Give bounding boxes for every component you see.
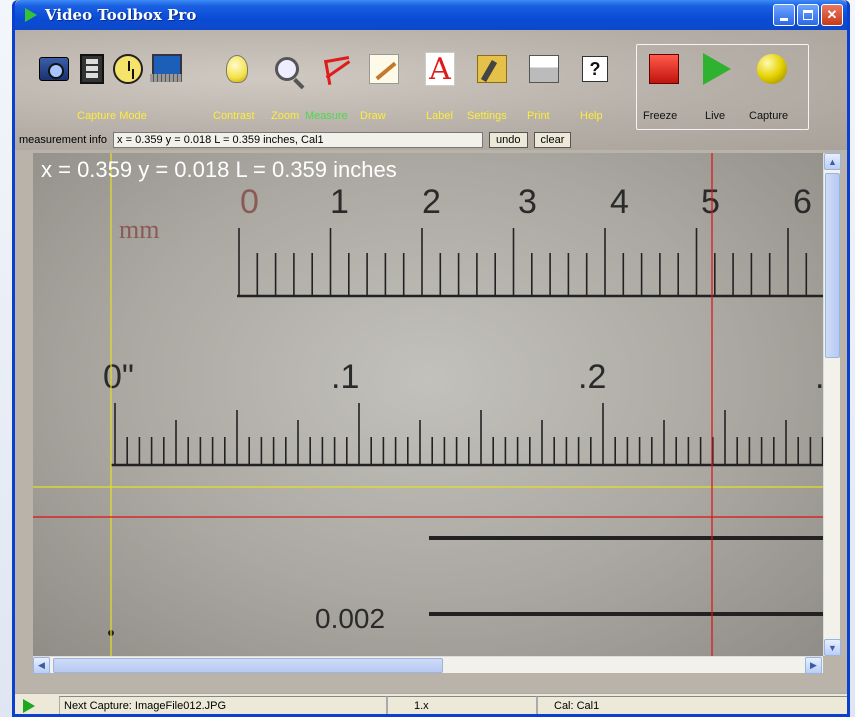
image-viewport[interactable]: mm 0 1 2 3 4 5 6 0" .1 .2. 0.002 x = 0.359 y = 0… xyxy=(33,153,823,656)
capture-orb-icon xyxy=(757,54,787,84)
measure-icon xyxy=(322,54,352,84)
zoom-status: 1.x xyxy=(387,696,537,714)
scroll-up-button[interactable]: ▲ xyxy=(824,153,841,170)
maximize-icon xyxy=(803,10,813,20)
draw-button[interactable] xyxy=(367,52,401,86)
next-capture-status: Next Capture: ImageFile012.JPG xyxy=(59,696,387,714)
measurement-info-row: measurement info x = 0.359 y = 0.018 L =… xyxy=(15,131,847,149)
draw-label: Draw xyxy=(360,110,386,122)
vertical-scroll-thumb[interactable] xyxy=(825,173,840,358)
text-a-icon: A xyxy=(425,52,455,87)
pencil-icon xyxy=(369,54,399,84)
maximize-button[interactable] xyxy=(797,4,819,26)
printer-icon xyxy=(529,55,559,83)
mm-unit-text: mm xyxy=(119,215,159,244)
close-icon: ✕ xyxy=(826,7,838,22)
label-button[interactable]: A xyxy=(423,52,457,87)
print-button[interactable] xyxy=(527,52,561,86)
inch-scale-number: 0" xyxy=(103,358,134,396)
measurement-info-label: measurement info xyxy=(19,134,108,146)
mm-scale-number: 1 xyxy=(330,183,349,221)
play-icon xyxy=(703,53,731,85)
inch-scale-number: . xyxy=(815,358,823,396)
print-label: Print xyxy=(527,110,550,122)
horizontal-scroll-thumb[interactable] xyxy=(53,658,443,673)
freeze-label: Freeze xyxy=(643,110,678,122)
measure-button[interactable] xyxy=(320,52,354,86)
scroll-left-button[interactable]: ◀ xyxy=(33,657,50,674)
inch-scale-numbers: 0" .1 .2. xyxy=(103,358,823,396)
timer-tool-button[interactable] xyxy=(111,52,145,86)
monitor-icon xyxy=(150,54,182,84)
app-window: Video Toolbox Pro ✕ Capture Mode Contras… xyxy=(12,0,850,717)
settings-label: Settings xyxy=(467,110,507,122)
status-play-icon xyxy=(23,699,35,713)
stop-square-icon xyxy=(649,54,679,84)
zoom-label: Zoom xyxy=(271,110,300,122)
horizontal-scrollbar[interactable]: ◀ ▶ xyxy=(33,656,823,674)
measure-label: Measure xyxy=(305,110,348,122)
contrast-label: Contrast xyxy=(213,110,255,122)
clock-icon xyxy=(113,54,143,84)
minimize-icon xyxy=(780,17,788,21)
microscope-image: mm 0 1 2 3 4 5 6 0" .1 .2. 0.002 xyxy=(33,153,823,656)
close-button[interactable]: ✕ xyxy=(821,4,843,26)
undo-button[interactable]: undo xyxy=(489,132,528,148)
window-title: Video Toolbox Pro xyxy=(45,6,197,24)
mm-scale-number: 5 xyxy=(701,183,720,221)
title-bar[interactable]: Video Toolbox Pro ✕ xyxy=(15,0,847,30)
mm-scale-number: 2 xyxy=(422,183,441,221)
mm-scale-ticks xyxy=(238,228,808,296)
wire-gauge-label: 0.002 xyxy=(315,603,385,634)
zoom-status-value: 1.x xyxy=(414,700,429,712)
mm-scale-number: 3 xyxy=(518,183,537,221)
live-label: Live xyxy=(705,110,726,122)
measurement-info-field[interactable]: x = 0.359 y = 0.018 L = 0.359 inches, Ca… xyxy=(113,132,484,148)
film-icon xyxy=(80,54,104,84)
settings-button[interactable] xyxy=(475,52,509,86)
inch-scale-ticks xyxy=(114,403,823,465)
window-controls: ✕ xyxy=(773,4,843,26)
capture-label: Capture xyxy=(749,110,789,122)
magnifier-icon xyxy=(275,57,299,81)
lightbulb-icon xyxy=(226,55,248,83)
help-icon: ? xyxy=(582,56,608,82)
status-bar: Next Capture: ImageFile012.JPG 1.x Cal: … xyxy=(15,693,847,714)
camera-icon xyxy=(39,57,69,81)
vertical-scrollbar[interactable]: ▲ ▼ xyxy=(823,153,841,656)
freeze-button[interactable] xyxy=(647,52,681,86)
label-label: Label xyxy=(426,110,453,122)
capture-mode-label: Capture Mode xyxy=(77,110,147,122)
scroll-down-button[interactable]: ▼ xyxy=(824,639,841,656)
clear-button[interactable]: clear xyxy=(533,132,572,148)
minimize-button[interactable] xyxy=(773,4,795,26)
mm-scale-number: 6 xyxy=(793,183,812,221)
toolbox-icon xyxy=(477,55,507,83)
inch-scale-number: .2 xyxy=(578,358,606,396)
calibration-status: Cal: Cal1 xyxy=(537,696,847,714)
help-button[interactable]: ? xyxy=(578,52,612,86)
mm-scale-numbers: 0 1 2 3 4 5 6 xyxy=(240,183,812,221)
live-button[interactable] xyxy=(700,52,734,86)
video-tool-button[interactable] xyxy=(75,52,109,86)
help-label: Help xyxy=(580,110,603,122)
inch-scale-number: .1 xyxy=(331,358,359,396)
screen-tool-button[interactable] xyxy=(149,52,183,86)
scroll-right-button[interactable]: ▶ xyxy=(805,657,822,674)
toolbar: Capture Mode Contrast Zoom Measure Draw … xyxy=(15,30,847,150)
mm-scale-number: 4 xyxy=(610,183,629,221)
measurement-overlay-text: x = 0.359 y = 0.018 L = 0.359 inches xyxy=(41,157,397,182)
camera-tool-button[interactable] xyxy=(37,52,71,86)
capture-button[interactable] xyxy=(755,52,789,86)
zoom-button[interactable] xyxy=(270,52,304,86)
mm-scale-number: 0 xyxy=(240,183,259,221)
app-play-icon xyxy=(25,8,37,22)
contrast-button[interactable] xyxy=(220,52,254,86)
